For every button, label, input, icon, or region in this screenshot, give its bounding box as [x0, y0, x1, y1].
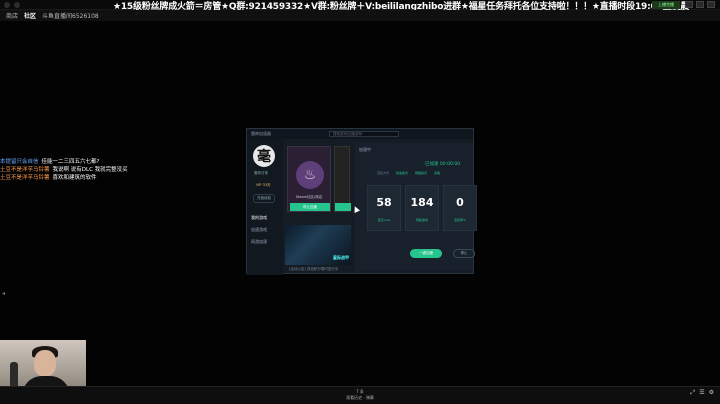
stat-latency: 58 延迟(ms): [367, 185, 401, 231]
chat-line: 本提留只会自信 佳能一二三四五六七都?: [0, 158, 128, 166]
chat-line: 土豆不是洋芋马铃薯 喜欢和建筑的软件: [0, 174, 128, 182]
chat-message: 我说啊 说有DLC 我就完整没买: [52, 167, 128, 173]
chat-line: 土豆不是洋芋马铃薯 我说啊 说有DLC 我就完整没买: [0, 166, 128, 174]
mode-pills: 连接方式 加速模式 网络模式 多路: [377, 171, 440, 175]
fullscreen-icon[interactable]: ⤢: [690, 389, 695, 397]
top-bar: ★15级粉丝牌成火箭＝房管★Q群:921459332★V群:粉丝牌＋V:beil…: [0, 0, 720, 15]
bottom-bar: 7 条 观看历史 · 弹幕 ⤢ ☰ ⚙: [0, 386, 720, 404]
stat-loss: 0 丢包率%: [443, 185, 477, 231]
settings-icon[interactable]: ⚙: [709, 389, 714, 397]
bottom-center[interactable]: 7 条 观看历史 · 弹幕: [340, 389, 380, 401]
player-controls: ⤢ ☰ ⚙: [690, 389, 714, 397]
game-name: Steam社区/商店: [295, 195, 323, 199]
chat-user[interactable]: 土豆不是洋芋马铃薯: [0, 167, 50, 173]
maximize-icon[interactable]: [696, 1, 704, 8]
menu-icon[interactable]: [4, 2, 10, 8]
status-badge: 上播完播 19:00: [652, 1, 680, 15]
stat-value: 0: [456, 196, 464, 209]
pill-network[interactable]: 网络模式: [415, 171, 427, 175]
stat-label: 延迟(ms): [377, 218, 391, 222]
second-game-button[interactable]: [335, 203, 351, 211]
accelerate-button[interactable]: 一键加速: [410, 249, 442, 258]
stop-button[interactable]: 停止: [453, 249, 475, 258]
room-id: 斗鱼直播间6526108: [42, 13, 99, 20]
game-card-steam[interactable]: ♨ Steam社区/商店 停止加速: [287, 146, 331, 212]
nav-item-community[interactable]: 社区: [24, 11, 36, 20]
app-title: 雷神加速器: [251, 131, 271, 136]
recharge-button[interactable]: 充值续费: [253, 194, 275, 203]
danmaku-chat: 本提留只会自信 佳能一二三四五六七都? 土豆不是洋芋马铃薯 我说啊 说有DLC 我就…: [0, 158, 128, 182]
game-card-second[interactable]: [334, 146, 351, 212]
stop-accel-button[interactable]: 停止加速: [290, 203, 330, 211]
sidebar-item-accelerate[interactable]: 加速游戏: [251, 227, 267, 233]
sub-nav: 商店 社区 斗鱼直播间6526108: [0, 10, 720, 21]
pill-mode[interactable]: 加速模式: [396, 171, 408, 175]
vip-level: VIP 33天: [256, 183, 271, 187]
chat-user[interactable]: 本提留只会自信: [0, 159, 39, 165]
panel-title: 加速中: [359, 147, 371, 152]
sidebar-item-my-games[interactable]: 我的游戏: [251, 215, 267, 221]
bottom-center-label: 观看历史 · 弹幕: [346, 395, 374, 400]
stat-value: 184: [410, 196, 434, 209]
chat-message: 喜欢和建筑的软件: [52, 175, 97, 181]
back-icon[interactable]: [14, 2, 20, 8]
close-icon[interactable]: [707, 1, 715, 8]
nav-item-store[interactable]: 商店: [6, 11, 18, 20]
stream-screen: ★15级粉丝牌成火箭＝房管★Q群:921459332★V群:粉丝牌＋V:beil…: [0, 0, 720, 404]
chat-user[interactable]: 土豆不是洋芋马铃薯: [0, 175, 50, 181]
banner-text: 星际战甲: [333, 255, 349, 260]
window-controls: [685, 1, 715, 8]
stat-label: 丢包率%: [454, 218, 466, 222]
sidebar-item-online[interactable]: 网游加速: [251, 239, 267, 245]
list-icon[interactable]: ☰: [699, 389, 704, 397]
steam-icon: ♨: [296, 161, 324, 189]
promo-banner[interactable]: 星际战甲: [285, 225, 351, 265]
stat-value: 58: [376, 196, 392, 209]
stat-label: 网络波动: [415, 218, 428, 222]
chat-message: 佳能一二三四五六七都?: [41, 159, 100, 165]
pill-multi[interactable]: 多路: [434, 171, 440, 175]
webcam-face: [34, 350, 56, 376]
app-sidebar: 毫 搬砖日常 VIP 33天 充值续费 我的游戏 加速游戏 网游加速: [247, 139, 283, 275]
minimize-icon[interactable]: [685, 1, 693, 8]
accelerator-app-window: 雷神加速器 搜索游戏/加速游戏 毫 搬砖日常 VIP 33天 充值续费 我的游戏…: [246, 128, 477, 275]
pill-connection[interactable]: 连接方式: [377, 171, 389, 175]
accel-timer: 已加速 00:00:00: [425, 162, 461, 167]
notice-text[interactable]: [活动公告] 双倍积分限时进行中: [289, 267, 338, 272]
collapse-arrow-icon[interactable]: ◂: [2, 290, 5, 297]
app-search-input[interactable]: 搜索游戏/加速游戏: [329, 131, 399, 137]
username: 搬砖日常: [254, 171, 268, 175]
accel-panel: 加速中 已加速 00:00:00 连接方式 加速模式 网络模式 多路 58 延迟…: [355, 143, 477, 271]
avatar[interactable]: 毫: [253, 145, 275, 167]
stat-jitter: 184 网络波动: [405, 185, 439, 231]
